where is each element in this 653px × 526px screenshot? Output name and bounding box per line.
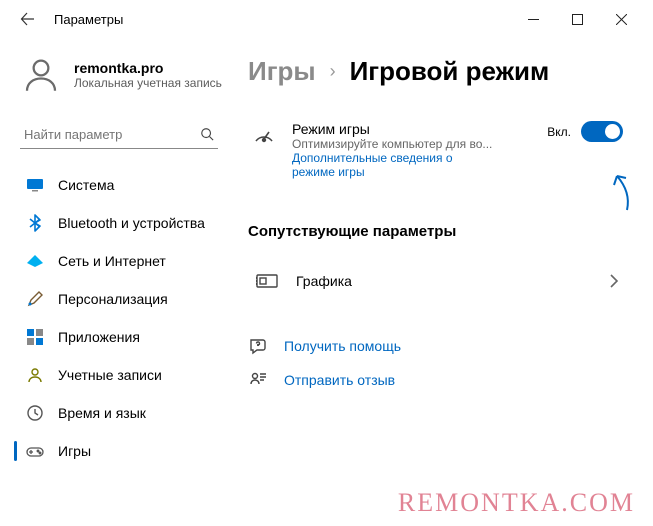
gamepad-icon bbox=[26, 442, 44, 460]
help-icon bbox=[248, 336, 268, 356]
search-field[interactable] bbox=[20, 120, 218, 149]
user-profile[interactable]: remontka.pro Локальная учетная запись bbox=[14, 54, 224, 96]
feedback-label: Отправить отзыв bbox=[284, 372, 395, 388]
gamemode-card: Режим игры Оптимизируйте компьютер для в… bbox=[248, 115, 627, 185]
apps-icon bbox=[26, 328, 44, 346]
sidebar-item-label: Персонализация bbox=[58, 291, 168, 307]
feedback-icon bbox=[248, 370, 268, 390]
brush-icon bbox=[26, 290, 44, 308]
sidebar-item-accounts[interactable]: Учетные записи bbox=[14, 357, 224, 393]
sidebar-item-label: Время и язык bbox=[58, 405, 146, 421]
gauge-icon bbox=[252, 125, 276, 149]
watermark: REMONTKA.COM bbox=[398, 488, 635, 518]
get-help-label: Получить помощь bbox=[284, 338, 401, 354]
breadcrumb: Игры › Игровой режим bbox=[248, 56, 627, 87]
avatar-icon bbox=[20, 54, 62, 96]
sidebar-item-label: Учетные записи bbox=[58, 367, 162, 383]
sidebar-item-apps[interactable]: Приложения bbox=[14, 319, 224, 355]
minimize-button[interactable] bbox=[511, 4, 555, 34]
get-help-link[interactable]: Получить помощь bbox=[248, 336, 627, 356]
sidebar-item-time[interactable]: Время и язык bbox=[14, 395, 224, 431]
wifi-icon bbox=[26, 252, 44, 270]
sidebar-item-label: Bluetooth и устройства bbox=[58, 215, 205, 231]
search-input[interactable] bbox=[24, 127, 200, 142]
sidebar-item-label: Приложения bbox=[58, 329, 140, 345]
window-title: Параметры bbox=[54, 12, 123, 27]
sidebar-item-label: Игры bbox=[58, 443, 91, 459]
profile-name: remontka.pro bbox=[74, 60, 222, 76]
monitor-icon bbox=[26, 176, 44, 194]
graphics-icon bbox=[256, 272, 278, 290]
graphics-label: Графика bbox=[296, 273, 591, 289]
sidebar-item-network[interactable]: Сеть и Интернет bbox=[14, 243, 224, 279]
gamemode-learn-more[interactable]: Дополнительные сведения о режиме игры bbox=[292, 151, 472, 179]
close-button[interactable] bbox=[599, 4, 643, 34]
bluetooth-icon bbox=[26, 214, 44, 232]
feedback-link[interactable]: Отправить отзыв bbox=[248, 370, 627, 390]
breadcrumb-parent[interactable]: Игры bbox=[248, 56, 316, 87]
search-icon bbox=[200, 126, 214, 142]
gamemode-title: Режим игры bbox=[292, 121, 531, 137]
sidebar-item-label: Сеть и Интернет bbox=[58, 253, 166, 269]
maximize-button[interactable] bbox=[555, 4, 599, 34]
sidebar-item-system[interactable]: Система bbox=[14, 167, 224, 203]
sidebar-item-gaming[interactable]: Игры bbox=[14, 433, 224, 469]
chevron-right-icon bbox=[609, 274, 619, 288]
person-icon bbox=[26, 366, 44, 384]
profile-sub: Локальная учетная запись bbox=[74, 76, 222, 90]
breadcrumb-current: Игровой режим bbox=[350, 56, 550, 87]
gamemode-sub: Оптимизируйте компьютер для во... bbox=[292, 137, 531, 151]
toggle-state-label: Вкл. bbox=[547, 125, 571, 139]
gamemode-toggle[interactable] bbox=[581, 121, 623, 142]
sidebar-item-bluetooth[interactable]: Bluetooth и устройства bbox=[14, 205, 224, 241]
sidebar-item-personalization[interactable]: Персонализация bbox=[14, 281, 224, 317]
back-button[interactable] bbox=[10, 1, 46, 37]
sidebar-item-label: Система bbox=[58, 177, 114, 193]
related-heading: Сопутствующие параметры bbox=[248, 223, 627, 240]
graphics-row[interactable]: Графика bbox=[248, 258, 627, 304]
clock-icon bbox=[26, 404, 44, 422]
chevron-right-icon: › bbox=[330, 61, 336, 82]
